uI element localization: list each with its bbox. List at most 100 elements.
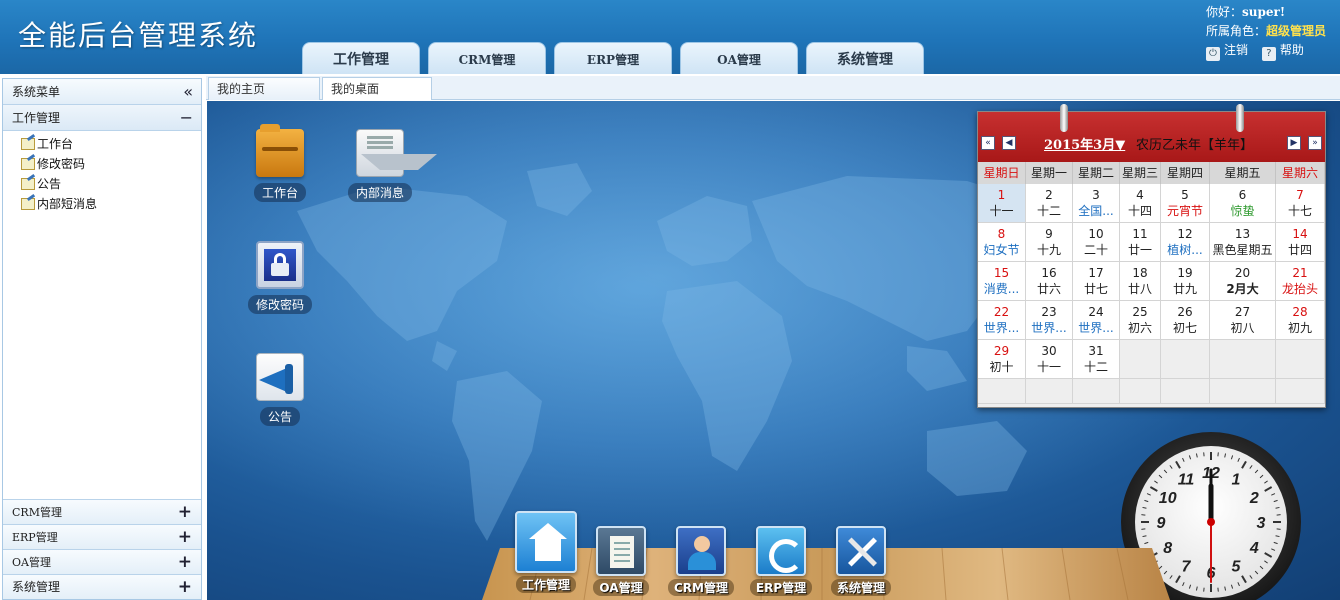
day-number: 10 xyxy=(1088,227,1104,241)
calendar-day-cell[interactable]: 5 元宵节 xyxy=(1161,184,1210,222)
day-number: 17 xyxy=(1088,266,1104,280)
day-number: 21 xyxy=(1292,266,1308,280)
next-year-button[interactable]: » xyxy=(1308,136,1322,150)
calendar-day-cell[interactable]: 11 廿一 xyxy=(1120,223,1161,261)
desktop-icon-internal-message[interactable]: 内部消息 xyxy=(340,129,437,202)
clock-numeral: 10 xyxy=(1159,490,1177,507)
nav-tab-crm[interactable]: CRM管理 xyxy=(428,42,546,74)
day-number: 24 xyxy=(1088,305,1104,319)
calendar-day-cell[interactable]: 26 初七 xyxy=(1161,301,1210,339)
dock-item-label: OA管理 xyxy=(593,579,649,596)
nav-tab-system[interactable]: 系统管理 xyxy=(806,42,924,74)
help-link[interactable]: ? 帮助 xyxy=(1261,43,1304,61)
clock-tick xyxy=(1158,474,1163,479)
calendar-day-cell[interactable]: 31 十二 xyxy=(1073,340,1120,378)
clock-tick xyxy=(1271,548,1276,551)
sidebar-section-label: ERP管理 xyxy=(12,531,58,544)
main-nav: 工作管理 CRM管理 ERP管理 OA管理 系统管理 xyxy=(302,42,932,74)
desktop-icon-notice[interactable]: 公告 xyxy=(240,353,320,426)
calendar-day-cell[interactable]: 18 廿八 xyxy=(1120,262,1161,300)
tab-my-desktop[interactable]: 我的桌面 xyxy=(322,77,432,100)
calendar-day-cell[interactable]: 22 世界... xyxy=(978,301,1026,339)
nav-tab-oa[interactable]: OA管理 xyxy=(680,42,798,74)
clock-numeral: 9 xyxy=(1157,515,1166,532)
calendar-day-cell[interactable]: 16 廿六 xyxy=(1026,262,1073,300)
calendar-day-cell[interactable]: 25 初六 xyxy=(1120,301,1161,339)
dock-item-crm[interactable]: CRM管理 xyxy=(661,526,741,596)
calendar-day-cell[interactable]: 9 十九 xyxy=(1026,223,1073,261)
calendar-day-cell[interactable]: 23 世界... xyxy=(1026,301,1073,339)
weekday-label: 星期五 xyxy=(1210,162,1276,184)
collapse-section-icon[interactable]: − xyxy=(180,105,193,131)
calendar-day-cell[interactable]: 2 十二 xyxy=(1026,184,1073,222)
dock-item-oa[interactable]: OA管理 xyxy=(581,526,661,596)
clock-numeral: 7 xyxy=(1182,558,1192,575)
calendar-day-cell[interactable]: 30 十一 xyxy=(1026,340,1073,378)
lunar-day-label: 世界... xyxy=(1078,321,1114,335)
calendar-day-cell[interactable]: 8 妇女节 xyxy=(978,223,1026,261)
next-month-button[interactable]: ▶ xyxy=(1287,136,1301,150)
calendar-day-cell[interactable]: 7 十七 xyxy=(1276,184,1325,222)
calendar-day-cell[interactable]: 3 全国... xyxy=(1073,184,1120,222)
calendar-day-cell[interactable]: 6 惊蛰 xyxy=(1210,184,1276,222)
calendar-day-cell[interactable]: 17 廿七 xyxy=(1073,262,1120,300)
collapse-sidebar-icon[interactable]: « xyxy=(183,79,193,105)
sidebar-section-label: 工作管理 xyxy=(12,111,61,125)
clock-tick xyxy=(1241,460,1247,469)
calendar-day-cell[interactable]: 15 消费... xyxy=(978,262,1026,300)
lunar-day-label: 龙抬头 xyxy=(1281,282,1318,296)
calendar-day-cell[interactable]: 1 十一 xyxy=(978,184,1026,222)
dock-item-system[interactable]: 系统管理 xyxy=(821,526,901,596)
prev-month-button[interactable]: ◀ xyxy=(1002,136,1016,150)
calendar-day-cell[interactable]: 19 廿九 xyxy=(1161,262,1210,300)
sidebar-section-erp[interactable]: ERP管理 + xyxy=(3,524,201,549)
clock-tick xyxy=(1264,552,1273,558)
lunar-day-label: 2月大 xyxy=(1226,282,1259,296)
sidebar-item-change-password[interactable]: 修改密码 xyxy=(21,154,201,174)
dock-item-work[interactable]: 工作管理 xyxy=(506,511,586,593)
dock-item-erp[interactable]: ERP管理 xyxy=(741,526,821,596)
day-number: 25 xyxy=(1132,305,1148,319)
calendar-day-cell[interactable]: 29 初十 xyxy=(978,340,1026,378)
lunar-day-label: 初九 xyxy=(1287,321,1312,335)
desktop-icon-change-password[interactable]: 修改密码 xyxy=(240,241,320,314)
sidebar-item-workbench[interactable]: 工作台 xyxy=(21,134,201,154)
desktop-icon-workbench[interactable]: 工作台 xyxy=(240,124,320,202)
calendar-day-cell[interactable]: 13 黑色星期五 xyxy=(1210,223,1276,261)
prev-year-button[interactable]: « xyxy=(981,136,995,150)
weekday-label: 星期六 xyxy=(1276,162,1325,184)
sidebar-item-notice[interactable]: 公告 xyxy=(21,174,201,194)
day-number: 16 xyxy=(1041,266,1057,280)
tab-my-home[interactable]: 我的主页 xyxy=(208,77,320,100)
content-tabs: 我的主页 我的桌面 xyxy=(206,76,1340,100)
sidebar-section-work[interactable]: 工作管理 − xyxy=(3,105,201,131)
header: 全能后台管理系统 工作管理 CRM管理 ERP管理 OA管理 系统管理 你好：s… xyxy=(0,0,1340,74)
user-info: 你好：super! 所属角色：超级管理员 ⏻ 注销 ? 帮助 xyxy=(1206,3,1334,61)
sidebar-section-system[interactable]: 系统管理 + xyxy=(3,574,201,599)
clock-tick xyxy=(1144,499,1149,503)
calendar-empty-cell xyxy=(1210,379,1276,403)
month-selector[interactable]: 2015年3月▼ xyxy=(1044,134,1125,153)
sidebar-item-internal-sms[interactable]: 内部短消息 xyxy=(21,194,201,214)
sidebar-section-crm[interactable]: CRM管理 + xyxy=(3,499,201,524)
calendar-day-cell[interactable]: 4 十四 xyxy=(1120,184,1161,222)
calendar-day-cell[interactable]: 14 廿四 xyxy=(1276,223,1325,261)
nav-tab-work[interactable]: 工作管理 xyxy=(302,42,420,74)
clock-tick xyxy=(1224,453,1227,458)
calendar-day-cell[interactable]: 21 龙抬头 xyxy=(1276,262,1325,300)
calendar-day-cell[interactable]: 12 植树... xyxy=(1161,223,1210,261)
clock-tick xyxy=(1249,575,1253,579)
logout-link[interactable]: ⏻ 注销 xyxy=(1206,43,1248,61)
tools-icon xyxy=(836,526,886,576)
calendar-day-cell[interactable]: 27 初八 xyxy=(1210,301,1276,339)
clock-tick xyxy=(1275,535,1280,538)
sidebar-section-oa[interactable]: OA管理 + xyxy=(3,549,201,574)
lunar-day-label: 廿四 xyxy=(1287,243,1312,257)
nav-tab-erp[interactable]: ERP管理 xyxy=(554,42,672,74)
calendar-day-cell[interactable]: 28 初九 xyxy=(1276,301,1325,339)
username: super! xyxy=(1242,5,1286,19)
calendar-day-cell[interactable]: 24 世界... xyxy=(1073,301,1120,339)
calendar-day-cell[interactable]: 10 二十 xyxy=(1073,223,1120,261)
role-value: 超级管理员 xyxy=(1266,24,1327,38)
calendar-day-cell[interactable]: 20 2月大 xyxy=(1210,262,1276,300)
